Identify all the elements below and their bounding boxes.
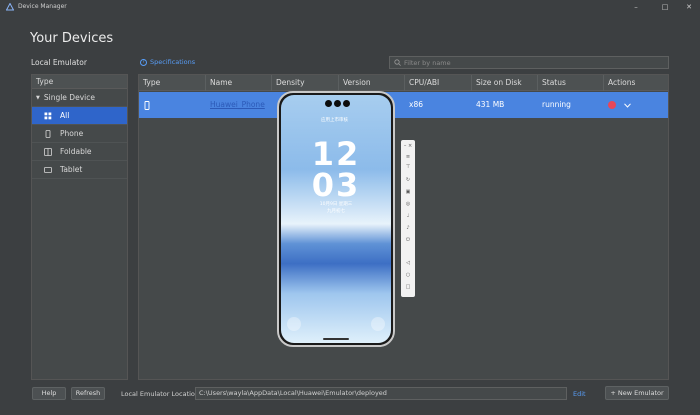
restore-icon[interactable]: □ — [659, 2, 671, 12]
help-circle-icon: ? — [140, 58, 147, 66]
new-emulator-label: New Emulator — [617, 389, 664, 397]
sidebar-item-label: Phone — [60, 128, 84, 138]
lunar-date-text: 九月初七 — [327, 209, 345, 214]
chevron-down-icon[interactable] — [624, 102, 632, 108]
section-label: Local Emulator — [31, 58, 87, 67]
camera-shortcut-icon[interactable] — [371, 317, 385, 331]
location-input[interactable] — [199, 388, 559, 399]
sidebar-item-phone[interactable]: Phone — [32, 125, 127, 143]
location-field[interactable] — [195, 387, 567, 400]
device-size-cell: 431 MB — [476, 100, 505, 109]
window-title: Device Manager — [18, 3, 67, 10]
filter-input[interactable] — [404, 58, 654, 67]
emulator-toolbar: – × ≡ ⊤ ↻ ▣ ◎ ♩ ♪ ⏻ ◁ ○ □ — [401, 140, 415, 297]
plus-icon: + — [610, 389, 618, 397]
help-button[interactable]: Help — [32, 387, 66, 400]
search-icon — [394, 59, 401, 66]
volume-up-icon[interactable]: ♩ — [401, 211, 415, 221]
sidebar-item-foldable[interactable]: Foldable — [32, 143, 127, 161]
sidebar-group-single-device[interactable]: ▼ Single Device — [32, 89, 127, 107]
sidebar-group-label: Single Device — [43, 92, 95, 102]
column-header-type[interactable]: Type — [139, 75, 206, 91]
device-name-link[interactable]: Huawei_Phone — [210, 100, 265, 109]
app-logo-icon — [6, 3, 14, 11]
flashlight-icon[interactable] — [287, 317, 301, 331]
device-actions-cell — [604, 92, 668, 118]
edit-location-link[interactable]: Edit — [573, 390, 586, 398]
pin-icon[interactable]: ⊤ — [401, 162, 415, 172]
sidebar-item-label: Tablet — [60, 164, 83, 174]
new-emulator-button[interactable]: + New Emulator — [605, 386, 669, 400]
grid-icon — [44, 112, 52, 120]
specifications-link[interactable]: ? Specifications — [140, 58, 195, 66]
emulator-phone-window[interactable]: 应用上市审核 12 03 10月9日 星期三 九月初七 — [277, 91, 395, 347]
refresh-button[interactable]: Refresh — [71, 387, 105, 400]
caret-down-icon: ▼ — [36, 94, 40, 101]
device-type-cell — [139, 92, 206, 118]
table-row[interactable]: Huawei_Phone x86 431 MB running — [139, 92, 668, 118]
column-header-size[interactable]: Size on Disk — [472, 75, 538, 91]
filter-field[interactable] — [389, 56, 669, 69]
home-indicator[interactable] — [323, 338, 349, 340]
column-header-version[interactable]: Version — [339, 75, 405, 91]
column-header-status[interactable]: Status — [538, 75, 604, 91]
screenshot-icon[interactable]: ▣ — [401, 187, 415, 197]
recents-icon[interactable]: □ — [401, 282, 415, 292]
volume-down-icon[interactable]: ♪ — [401, 223, 415, 233]
device-name-cell: Huawei_Phone — [206, 92, 272, 118]
tablet-icon — [44, 166, 52, 174]
specifications-label: Specifications — [150, 58, 196, 66]
home-icon[interactable]: ○ — [401, 270, 415, 280]
phone-icon — [144, 100, 150, 110]
minimize-icon[interactable]: – — [630, 2, 642, 12]
minimize-close-icon[interactable]: – × — [401, 141, 415, 151]
power-icon[interactable]: ⏻ — [401, 235, 415, 245]
foldable-icon — [44, 147, 52, 156]
sidebar-item-tablet[interactable]: Tablet — [32, 161, 127, 179]
close-icon[interactable]: ✕ — [683, 2, 695, 12]
column-header-name[interactable]: Name — [206, 75, 272, 91]
device-cpu-cell: x86 — [409, 100, 423, 109]
column-header-density[interactable]: Density — [272, 75, 339, 91]
back-icon[interactable]: ◁ — [401, 258, 415, 268]
phone-icon — [44, 129, 52, 138]
rotate-icon[interactable]: ↻ — [401, 175, 415, 185]
type-sidebar: Type ▼ Single Device All Phone Foldable … — [31, 74, 128, 380]
title-bar — [0, 0, 700, 14]
emulator-screen[interactable]: 应用上市审核 12 03 10月9日 星期三 九月初七 — [281, 95, 391, 343]
column-header-cpu-abi[interactable]: CPU/ABI — [405, 75, 472, 91]
sidebar-item-all[interactable]: All — [32, 107, 127, 125]
sidebar-item-label: Foldable — [60, 146, 92, 156]
camera-icon — [343, 100, 350, 107]
camera-icon — [334, 100, 341, 107]
camera-icon — [325, 100, 332, 107]
clock-minute: 03 — [311, 166, 361, 204]
location-label: Local Emulator Location: — [121, 390, 202, 398]
location-icon[interactable]: ◎ — [401, 199, 415, 209]
column-header-actions: Actions — [608, 78, 636, 87]
stop-emulator-icon[interactable] — [608, 101, 616, 109]
table-header: Type Name Density Version CPU/ABI Size o… — [139, 75, 668, 91]
menu-icon[interactable]: ≡ — [401, 152, 415, 162]
lock-status-text: 应用上市审核 — [321, 118, 348, 123]
sidebar-header: Type — [32, 75, 127, 89]
sidebar-item-label: All — [60, 110, 70, 120]
date-text: 10月9日 星期三 — [319, 202, 353, 207]
device-status-cell: running — [542, 100, 571, 109]
page-title: Your Devices — [30, 31, 114, 46]
